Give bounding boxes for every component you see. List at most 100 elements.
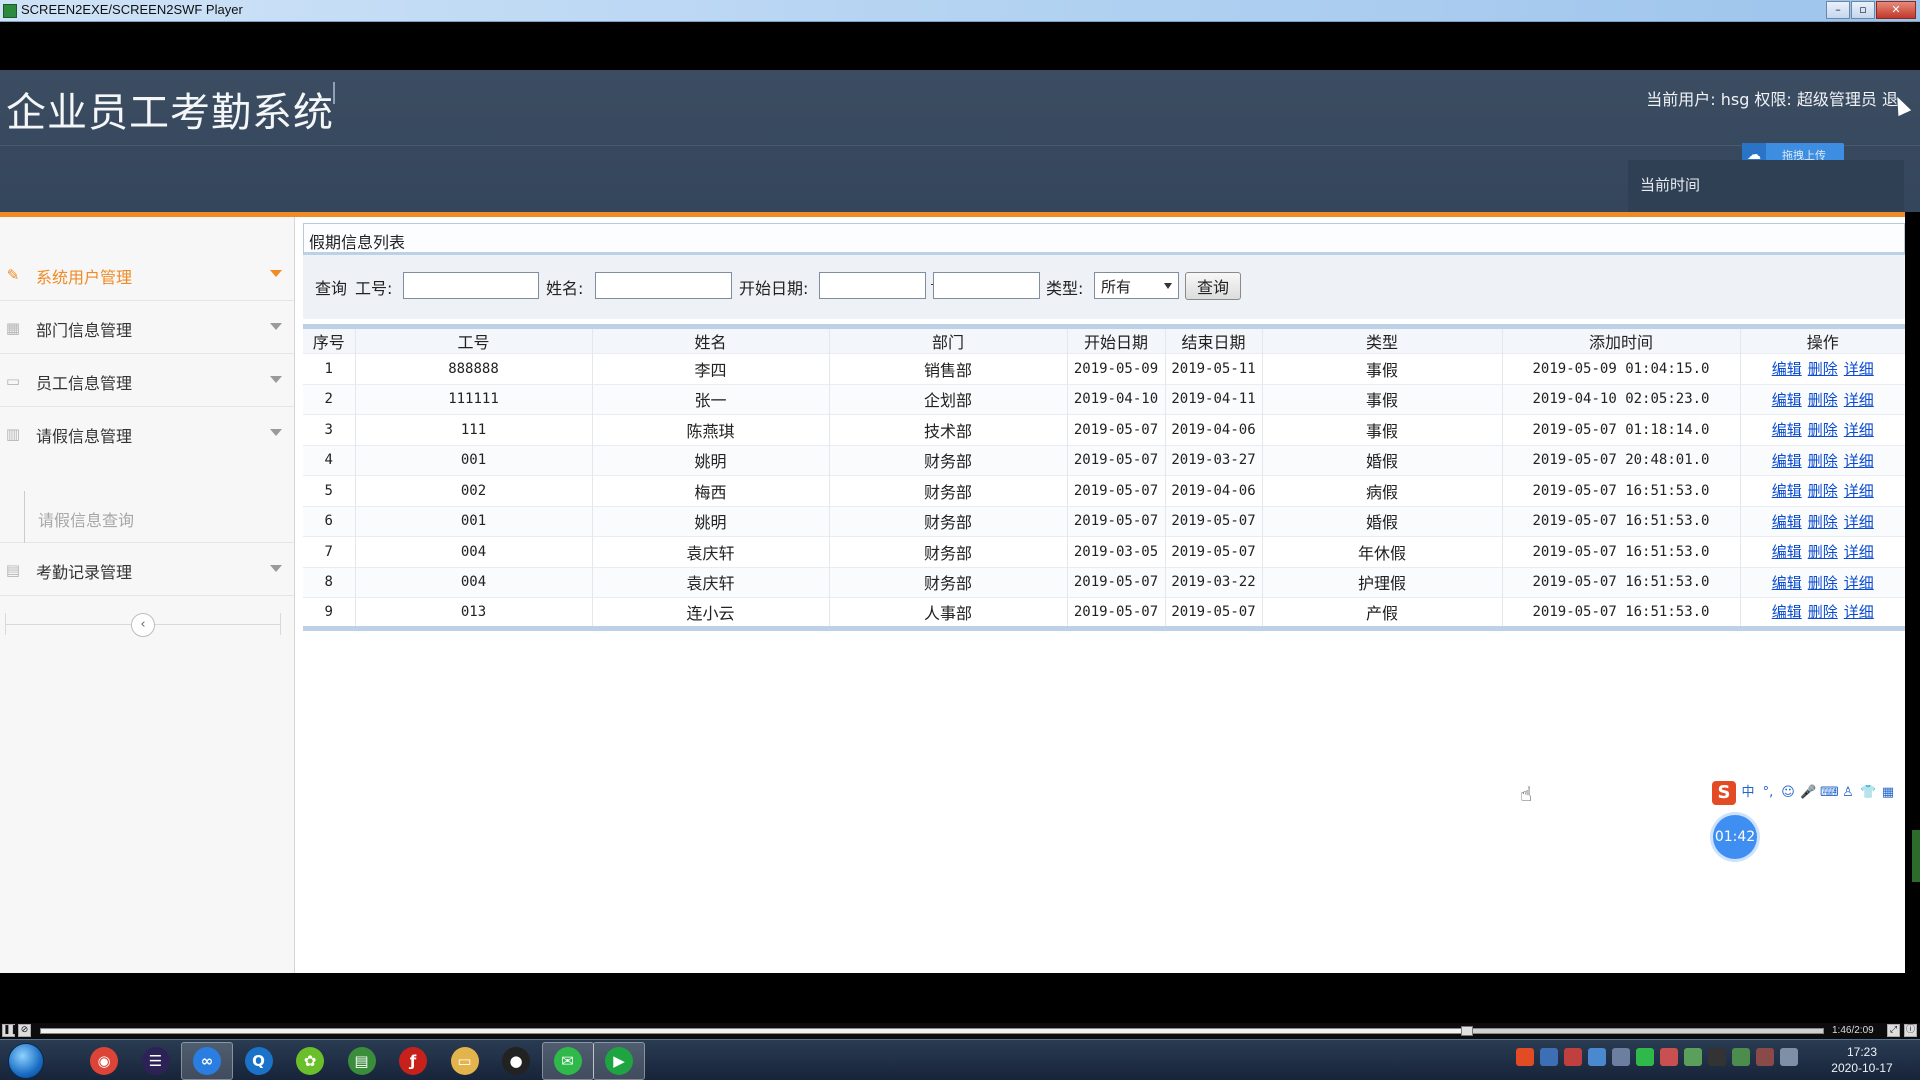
edit-link[interactable]: 编辑 bbox=[1772, 421, 1802, 439]
taskbar-app[interactable]: ƒ bbox=[387, 1042, 439, 1080]
wechat-tray-icon[interactable] bbox=[1636, 1048, 1654, 1066]
delete-link[interactable]: 删除 bbox=[1808, 513, 1838, 531]
chinese-mode-icon[interactable]: 中 bbox=[1740, 785, 1756, 801]
delete-link[interactable]: 删除 bbox=[1808, 360, 1838, 378]
taskbar-app[interactable]: ▶ bbox=[593, 1042, 645, 1080]
toolbox-icon[interactable]: ▦ bbox=[1880, 785, 1896, 801]
delete-link[interactable]: 删除 bbox=[1808, 421, 1838, 439]
delete-link[interactable]: 删除 bbox=[1808, 391, 1838, 409]
progress-track[interactable] bbox=[40, 1026, 1824, 1036]
shield-tray-icon[interactable] bbox=[1588, 1048, 1606, 1066]
edit-link[interactable]: 编辑 bbox=[1772, 391, 1802, 409]
table-row: 2 111111 张一 企划部 2019-04-10 2019-04-11 事假 2019-0… bbox=[303, 383, 1905, 415]
detail-link[interactable]: 详细 bbox=[1844, 421, 1874, 439]
column-header: 工号 bbox=[355, 326, 593, 354]
stop-icon[interactable]: ⊘ bbox=[18, 1024, 31, 1037]
recording-timer[interactable]: 01:42 bbox=[1713, 815, 1757, 859]
taskbar-app[interactable]: ▭ bbox=[439, 1042, 491, 1080]
taskbar-app[interactable]: Q bbox=[233, 1042, 285, 1080]
punctuation-icon[interactable]: °, bbox=[1760, 785, 1776, 801]
taskbar-app[interactable]: ✿ bbox=[284, 1042, 336, 1080]
volume-tray-icon[interactable] bbox=[1756, 1048, 1774, 1066]
delete-link[interactable]: 删除 bbox=[1808, 482, 1838, 500]
detail-link[interactable]: 详细 bbox=[1844, 513, 1874, 531]
sogou-ime-icon[interactable]: S bbox=[1712, 781, 1736, 805]
player-title-bar: SCREEN2EXE/SCREEN2SWF Player – ▫ ✕ bbox=[0, 0, 1920, 22]
info-icon[interactable]: ⓘ bbox=[1904, 1024, 1917, 1037]
table-cell: 袁庆轩 bbox=[592, 566, 830, 598]
taskbar-app[interactable]: ▤ bbox=[336, 1042, 388, 1080]
microphone-icon[interactable]: 🎤 bbox=[1800, 785, 1816, 801]
taskbar-clock[interactable]: 17:23 2020-10-17 bbox=[1812, 1044, 1912, 1076]
fit-screen-icon[interactable]: ⤢ bbox=[1887, 1024, 1900, 1037]
delete-link[interactable]: 删除 bbox=[1808, 452, 1838, 470]
start-date-label: 开始日期: bbox=[739, 279, 809, 298]
progress-thumb[interactable] bbox=[1460, 1026, 1473, 1036]
chrome-icon: ◉ bbox=[90, 1047, 118, 1075]
edit-link[interactable]: 编辑 bbox=[1772, 452, 1802, 470]
start-button[interactable] bbox=[8, 1043, 44, 1079]
battery-tray-icon[interactable] bbox=[1684, 1048, 1702, 1066]
delete-link[interactable]: 删除 bbox=[1808, 603, 1838, 621]
sidebar-item-departments[interactable]: ▦ 部门信息管理 bbox=[0, 302, 294, 354]
pause-icon[interactable]: ❚❚ bbox=[2, 1024, 18, 1037]
delete-link[interactable]: 删除 bbox=[1808, 574, 1838, 592]
detail-link[interactable]: 详细 bbox=[1844, 360, 1874, 378]
detail-link[interactable]: 详细 bbox=[1844, 603, 1874, 621]
sogou-tray-icon[interactable] bbox=[1516, 1048, 1534, 1066]
close-button[interactable]: ✕ bbox=[1876, 1, 1916, 19]
emp-no-input[interactable] bbox=[403, 272, 539, 299]
edit-link[interactable]: 编辑 bbox=[1772, 482, 1802, 500]
table-header-row: 序号 工号 姓名 部门 开始日期 结束日期 类型 添加时间 操作 bbox=[303, 326, 1905, 354]
app-tray-icon[interactable] bbox=[1612, 1048, 1630, 1066]
edit-link[interactable]: 编辑 bbox=[1772, 543, 1802, 561]
query-button[interactable]: 查询 bbox=[1185, 272, 1241, 300]
start-date-from-input[interactable] bbox=[819, 272, 926, 299]
maximize-button[interactable]: ▫ bbox=[1851, 1, 1875, 19]
taskbar-app[interactable]: ☰ bbox=[130, 1042, 182, 1080]
detail-link[interactable]: 详细 bbox=[1844, 574, 1874, 592]
table-cell: 4 bbox=[303, 444, 356, 476]
edit-link[interactable]: 编辑 bbox=[1772, 513, 1802, 531]
ime-toolbar[interactable]: S 中 °, ☺ 🎤 ⌨ ♙ 👕 ▦ bbox=[1712, 780, 1920, 806]
minimize-button[interactable]: – bbox=[1826, 1, 1850, 19]
clock-date: 2020-10-17 bbox=[1831, 1061, 1893, 1075]
emoji-icon[interactable]: ☺ bbox=[1780, 785, 1796, 801]
taskbar-app[interactable]: ◉ bbox=[78, 1042, 130, 1080]
audio-tray-icon[interactable] bbox=[1660, 1048, 1678, 1066]
edit-link[interactable]: 编辑 bbox=[1772, 603, 1802, 621]
taskbar-app[interactable]: ∞ bbox=[181, 1042, 233, 1080]
sidebar-item-system-users[interactable]: ✎ 系统用户管理 bbox=[0, 249, 294, 301]
content-area: ✎ 系统用户管理 ▦ 部门信息管理 ▭ 员工信息管理 ▥ 请假信息管理 请假信息… bbox=[0, 217, 1905, 973]
update-tray-icon[interactable] bbox=[1732, 1048, 1750, 1066]
keyboard-icon[interactable]: ⌨ bbox=[1820, 785, 1839, 801]
side-widget-edge[interactable] bbox=[1912, 830, 1920, 882]
type-select[interactable]: 所有 bbox=[1094, 272, 1179, 299]
sidebar-item-attendance[interactable]: ▤ 考勤记录管理 bbox=[0, 544, 294, 596]
edit-link[interactable]: 编辑 bbox=[1772, 360, 1802, 378]
security-tray-icon[interactable] bbox=[1564, 1048, 1582, 1066]
edit-link[interactable]: 编辑 bbox=[1772, 574, 1802, 592]
taskbar-app[interactable]: ✉ bbox=[541, 1042, 594, 1080]
detail-link[interactable]: 详细 bbox=[1844, 391, 1874, 409]
start-date-to-input[interactable] bbox=[933, 272, 1040, 299]
table-row: 3 111 陈燕琪 技术部 2019-05-07 2019-04-06 事假 2019-05-… bbox=[303, 414, 1905, 445]
network-tray-icon[interactable] bbox=[1540, 1048, 1558, 1066]
sidebar-item-label: 部门信息管理 bbox=[36, 321, 133, 340]
sidebar-collapse-button[interactable]: ‹ bbox=[131, 613, 155, 637]
sidebar-subitem-leave-query[interactable]: 请假信息查询 bbox=[0, 491, 294, 543]
detail-link[interactable]: 详细 bbox=[1844, 543, 1874, 561]
detail-link[interactable]: 详细 bbox=[1844, 482, 1874, 500]
sidebar-item-leave[interactable]: ▥ 请假信息管理 bbox=[0, 408, 294, 491]
skin-icon[interactable]: 👕 bbox=[1860, 785, 1876, 801]
action-center-tray-icon[interactable] bbox=[1780, 1048, 1798, 1066]
taskbar-app[interactable]: ● bbox=[490, 1042, 542, 1080]
delete-link[interactable]: 删除 bbox=[1808, 543, 1838, 561]
sidebar-item-employees[interactable]: ▭ 员工信息管理 bbox=[0, 355, 294, 407]
detail-link[interactable]: 详细 bbox=[1844, 452, 1874, 470]
name-label: 姓名: bbox=[546, 279, 584, 298]
column-header: 开始日期 bbox=[1067, 326, 1166, 354]
qq-tray-icon[interactable] bbox=[1708, 1048, 1726, 1066]
user-icon[interactable]: ♙ bbox=[1840, 785, 1856, 801]
name-input[interactable] bbox=[595, 272, 732, 299]
